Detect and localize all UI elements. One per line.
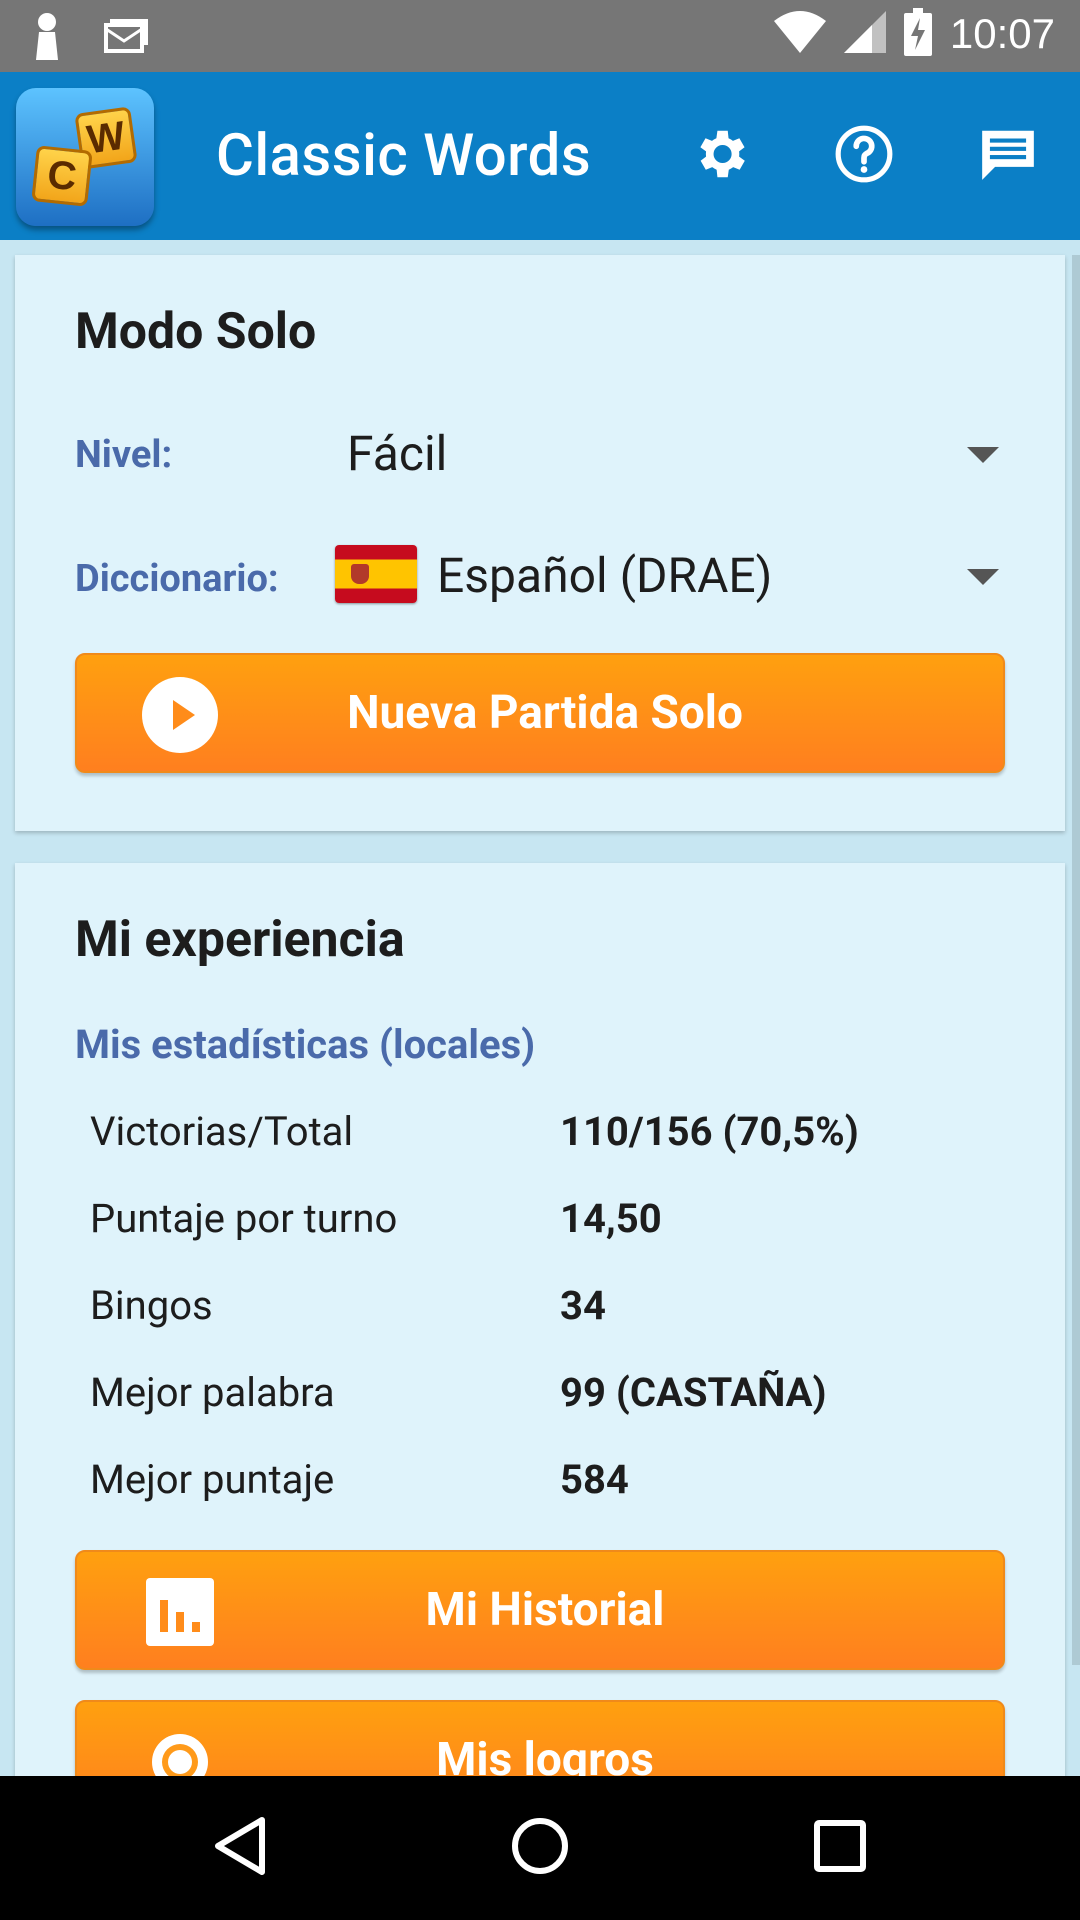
experience-card: Mi experiencia Mis estadísticas (locales… [15,863,1065,1863]
gear-icon [689,123,751,189]
back-triangle-icon [210,1814,270,1882]
scrollbar[interactable] [1072,255,1080,1665]
dictionary-value: Español (DRAE) [437,547,773,604]
solo-title: Modo Solo [75,303,317,361]
app-logo: W C [16,88,154,226]
stats-row: Mejor palabra 99 (CASTAÑA) [90,1369,990,1429]
level-value: Fácil [347,425,448,482]
recents-square-icon [812,1818,868,1878]
level-select[interactable]: Fácil [315,415,1015,495]
chevron-down-icon [967,447,999,463]
stat-value: 584 [560,1456,629,1503]
home-button[interactable] [440,1776,640,1920]
stats-row: Mejor puntaje 584 [90,1456,990,1516]
back-button[interactable] [140,1776,340,1920]
app-title: Classic Words [216,122,592,190]
settings-button[interactable] [648,72,792,240]
navigation-bar [0,1776,1080,1920]
app-bar: W C Classic Words [0,72,1080,240]
level-label: Nivel: [75,433,173,477]
stat-label: Mejor palabra [90,1369,335,1416]
logo-tile-c: C [31,145,93,207]
chevron-down-icon [967,569,999,585]
stat-value: 99 (CASTAÑA) [560,1369,827,1416]
history-button[interactable]: Mi Historial [75,1550,1005,1670]
stat-label: Victorias/Total [90,1108,354,1155]
chat-icon [977,123,1039,189]
chat-button[interactable] [936,72,1080,240]
keyhole-icon [30,12,64,64]
cell-signal-icon [843,11,886,57]
stat-label: Mejor puntaje [90,1456,335,1503]
status-bar: 10:07 [0,0,1080,72]
stats-row: Victorias/Total 110/156 (70,5%) [90,1108,990,1168]
status-time: 10:07 [949,10,1055,57]
stats-title: Mis estadísticas (locales) [75,1021,536,1068]
spain-flag-icon [335,545,417,603]
wifi-icon [773,11,826,57]
experience-title: Mi experiencia [75,911,405,969]
stat-label: Puntaje por turno [90,1195,398,1242]
history-label: Mi Historial [425,1583,665,1637]
solo-mode-card: Modo Solo Nivel: Fácil Diccionario: Espa… [15,255,1065,831]
stat-label: Bingos [90,1282,213,1329]
battery-charging-icon [903,8,932,60]
stats-row: Bingos 34 [90,1282,990,1342]
recents-button[interactable] [740,1776,940,1920]
stat-value: 14,50 [560,1195,662,1242]
home-circle-icon [510,1816,570,1880]
mail-notification-icon [104,19,148,57]
stats-row: Puntaje por turno 14,50 [90,1195,990,1255]
stat-value: 110/156 (70,5%) [560,1108,859,1155]
help-circle-icon [833,123,895,189]
dictionary-select[interactable]: Español (DRAE) [15,535,1015,615]
new-solo-game-label: Nueva Partida Solo [347,686,743,740]
stat-value: 34 [560,1282,606,1329]
new-solo-game-button[interactable]: Nueva Partida Solo [75,653,1005,773]
help-button[interactable] [792,72,936,240]
